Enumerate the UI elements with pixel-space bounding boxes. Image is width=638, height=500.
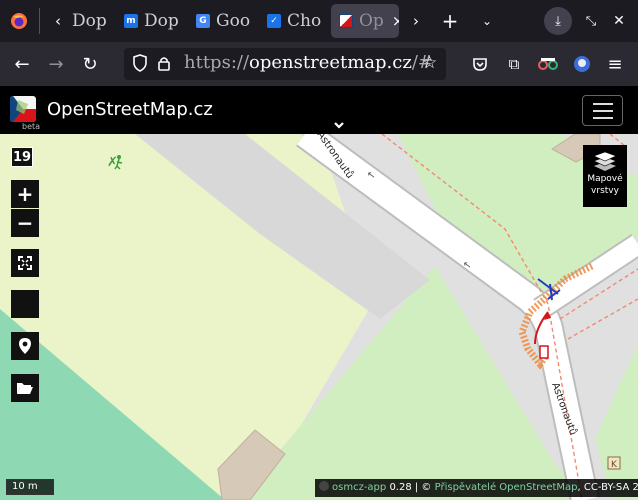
list-all-tabs-icon[interactable]: ⌄ (474, 8, 500, 34)
tab-title: Cho (287, 11, 322, 31)
contributors-link[interactable]: Přispěvatelé OpenStreetMap (435, 482, 578, 493)
firefox-menu-icon[interactable] (6, 8, 32, 34)
app-link[interactable]: osmcz-app (332, 482, 386, 493)
site-title[interactable]: OpenStreetMap.cz (47, 99, 213, 120)
tab-google[interactable]: G Goo (196, 4, 254, 38)
tab-title: Dop (72, 11, 106, 31)
restore-window-icon[interactable]: ⤡ (578, 8, 604, 34)
fullscreen-icon (18, 256, 32, 270)
new-tab-button[interactable]: + (437, 8, 463, 34)
osm-cz-logo[interactable] (10, 96, 36, 122)
shield-icon[interactable] (132, 54, 148, 76)
map-layers-button[interactable]: Mapové vrstvy (583, 145, 627, 207)
hamburger-menu-button[interactable] (582, 95, 623, 126)
tab-dop-2[interactable]: m Dop (124, 4, 182, 38)
spy-extension-icon[interactable] (534, 50, 562, 78)
app-menu-icon[interactable]: ≡ (601, 50, 629, 78)
back-icon[interactable]: ← (8, 50, 36, 78)
download-icon[interactable]: ⤓ (544, 7, 572, 35)
tab-title: Op (359, 11, 384, 31)
m-icon: m (124, 14, 138, 28)
bookmark-star-icon[interactable]: ☆ (422, 53, 437, 73)
scale-bar: 10 m (6, 479, 54, 495)
map-attribution: osmcz-app 0.28 | © Přispěvatelé OpenStre… (315, 479, 638, 497)
tab-separator (39, 8, 40, 34)
sport-pitch-icon: ✗ (107, 155, 123, 170)
chevron-down-icon[interactable] (333, 120, 345, 134)
layers-icon (593, 151, 617, 171)
close-tab-icon[interactable]: × (392, 12, 399, 30)
checkbox-icon: ✓ (267, 14, 281, 28)
navigation-toolbar: ← → ↻ https://openstreetmap.cz/# ☆ ⧉ ≡ (0, 42, 638, 86)
tab-title: Goo (216, 11, 251, 31)
scroll-tabs-right-icon[interactable]: › (403, 8, 429, 34)
map-pin-icon (19, 338, 31, 354)
close-window-icon[interactable]: ✕ (606, 8, 632, 34)
tab-dop-1[interactable]: Dop (72, 4, 106, 38)
tab-title: Dop (144, 11, 179, 31)
tab-cho[interactable]: ✓ Cho (267, 4, 325, 38)
url-bar[interactable]: https://openstreetmap.cz/# ☆ (124, 48, 446, 80)
scroll-tabs-left-icon[interactable]: ‹ (45, 8, 71, 34)
zoom-out-button[interactable]: − (11, 209, 39, 237)
car-marker (539, 345, 549, 359)
beta-label: beta (22, 122, 41, 131)
extensions-icon[interactable]: ⧉ (500, 50, 528, 78)
osm-cz-icon (339, 14, 353, 28)
account-extension-icon[interactable] (568, 50, 596, 78)
tab-openstreetmap[interactable]: Op × (331, 4, 399, 38)
folder-open-icon (17, 383, 33, 394)
zoom-level-indicator: 19 (11, 147, 33, 167)
reload-icon[interactable]: ↻ (76, 50, 104, 78)
open-file-button[interactable] (11, 374, 39, 402)
poi-marker-icon: K (607, 456, 621, 470)
map-canvas[interactable]: ← ← Astronautů Astronautů ✗ K (0, 134, 638, 500)
google-translate-icon: G (196, 14, 210, 28)
zoom-in-button[interactable]: + (11, 180, 39, 208)
lock-icon[interactable] (157, 55, 171, 76)
app-version: 0.28 (389, 482, 412, 493)
url-text[interactable]: https://openstreetmap.cz/# (184, 52, 433, 73)
map-view[interactable]: ← ← Astronautů Astronautů ✗ K 19 + − Map… (0, 134, 638, 500)
pocket-icon[interactable] (466, 50, 494, 78)
github-icon[interactable] (319, 481, 329, 491)
forward-icon[interactable]: → (42, 50, 70, 78)
locate-button[interactable] (11, 290, 39, 318)
layers-label: vrstvy (591, 186, 619, 196)
osm-header: beta OpenStreetMap.cz (0, 86, 638, 134)
fullscreen-button[interactable] (11, 249, 39, 277)
license-text: , CC-BY-SA 2.0 (577, 482, 638, 493)
tab-strip: ‹ Dop m Dop G Goo ✓ Cho Op × › + ⌄ ⤓ ⤡ ✕ (0, 0, 638, 42)
marker-button[interactable] (11, 332, 39, 360)
layers-label: Mapové (587, 174, 623, 184)
